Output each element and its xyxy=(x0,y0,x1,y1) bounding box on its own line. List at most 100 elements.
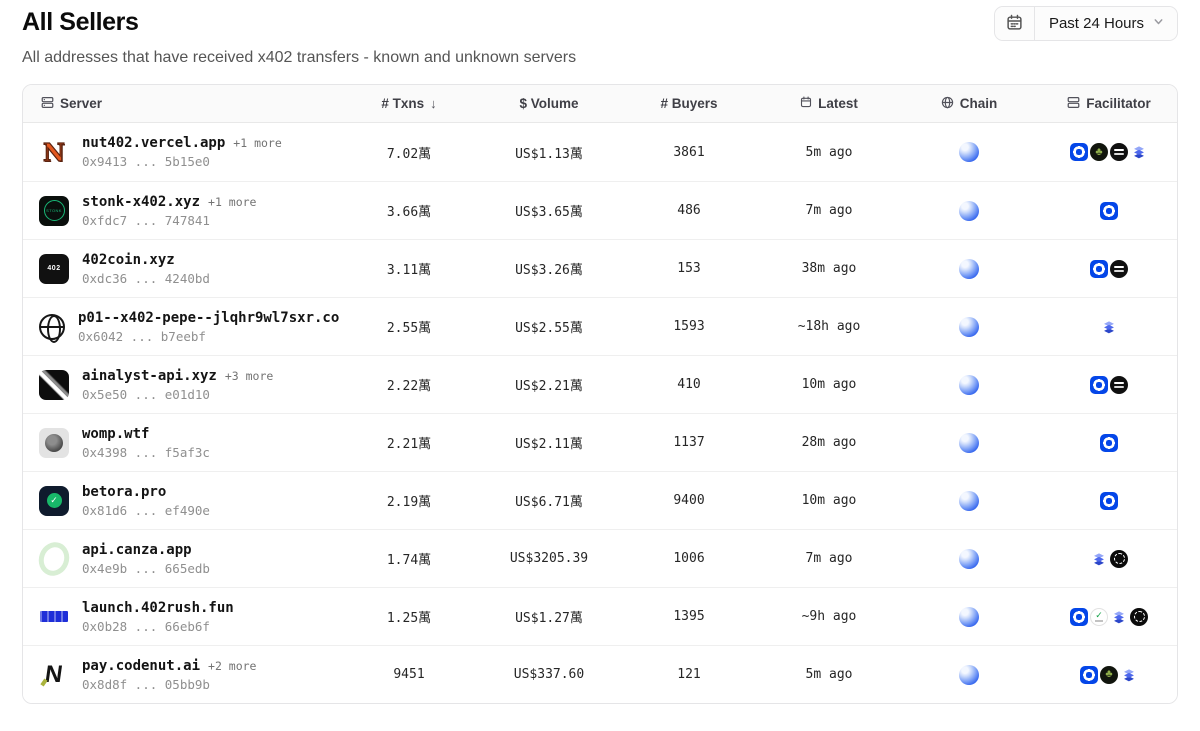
cdp-icon xyxy=(1090,260,1108,278)
calendar-icon xyxy=(800,96,812,111)
latest-value: 10m ago xyxy=(759,377,899,392)
cdp-icon xyxy=(1070,608,1088,626)
thirdweb-icon xyxy=(1090,550,1108,568)
table-row[interactable]: womp.wtf 0x4398 ... f5af3c 2.21萬 US$2.11… xyxy=(23,413,1177,471)
column-header-txns[interactable]: # Txns ↓ xyxy=(339,96,479,111)
buyers-value: 153 xyxy=(619,261,759,276)
table-row[interactable]: api.canza.app 0x4e9b ... 665edb 1.74萬 US… xyxy=(23,529,1177,587)
time-range-label: Past 24 Hours xyxy=(1049,15,1144,32)
server-name[interactable]: launch.402rush.fun xyxy=(82,600,234,616)
latest-value: ~9h ago xyxy=(759,609,899,624)
volume-value: US$1.13萬 xyxy=(479,143,619,162)
server-name[interactable]: betora.pro xyxy=(82,484,166,500)
time-range-select[interactable]: Past 24 Hours xyxy=(1035,7,1177,40)
buyers-value: 1395 xyxy=(619,609,759,624)
chain-sphere-icon xyxy=(959,317,979,337)
server-info: pay.codenut.ai +2 more 0x8d8f ... 05bb9b xyxy=(82,658,256,692)
txns-value: 1.25萬 xyxy=(339,607,479,626)
spiral-icon xyxy=(1130,608,1148,626)
chain-cell xyxy=(899,665,1039,685)
chain-sphere-icon xyxy=(959,375,979,395)
verified-badge-icon xyxy=(1090,608,1108,626)
table-row[interactable]: launch.402rush.fun 0x0b28 ... 66eb6f 1.2… xyxy=(23,587,1177,645)
server-name[interactable]: nut402.vercel.app xyxy=(82,135,225,151)
cdp-icon xyxy=(1080,666,1098,684)
chain-sphere-icon xyxy=(959,259,979,279)
txns-value: 7.02萬 xyxy=(339,143,479,162)
facilitator-icons xyxy=(1039,376,1178,394)
server-cell[interactable]: 402coin.xyz 0xdc36 ... 4240bd xyxy=(23,252,339,286)
volume-value: US$3.26萬 xyxy=(479,259,619,278)
table-row[interactable]: ainalyst-api.xyz +3 more 0x5e50 ... e01d… xyxy=(23,355,1177,413)
chain-sphere-icon xyxy=(959,549,979,569)
volume-value: US$2.55萬 xyxy=(479,317,619,336)
server-info: betora.pro 0x81d6 ... ef490e xyxy=(82,484,210,518)
server-name[interactable]: p01--x402-pepe--jlqhr9wl7sxr.co xyxy=(78,310,339,326)
server-name[interactable]: api.canza.app xyxy=(82,542,192,558)
volume-value: US$1.27萬 xyxy=(479,607,619,626)
server-cell[interactable]: p01--x402-pepe--jlqhr9wl7sxr.co 0x6042 .… xyxy=(23,310,339,344)
sellers-table: Server # Txns ↓ $ Volume # Buyers xyxy=(22,84,1178,704)
codenut-favicon xyxy=(39,660,69,690)
cdp-icon xyxy=(1100,202,1118,220)
column-header-facilitator[interactable]: Facilitator xyxy=(1039,96,1178,112)
column-label-volume: $ Volume xyxy=(519,96,578,111)
server-cell[interactable]: stonk-x402.xyz +1 more 0xfdc7 ... 747841 xyxy=(23,194,339,228)
latest-value: 7m ago xyxy=(759,203,899,218)
server-cell[interactable]: betora.pro 0x81d6 ... ef490e xyxy=(23,484,339,518)
server-cell[interactable]: womp.wtf 0x4398 ... f5af3c xyxy=(23,426,339,460)
txns-value: 2.55萬 xyxy=(339,317,479,336)
facilitator-icons xyxy=(1039,260,1178,278)
latest-value: 5m ago xyxy=(759,667,899,682)
volume-value: US$2.21萬 xyxy=(479,375,619,394)
chain-cell xyxy=(899,142,1039,162)
table-row[interactable]: nut402.vercel.app +1 more 0x9413 ... 5b1… xyxy=(23,123,1177,181)
txns-value: 1.74萬 xyxy=(339,549,479,568)
facilitator-icons xyxy=(1039,608,1178,626)
server-name[interactable]: pay.codenut.ai xyxy=(82,658,200,674)
cdp-icon xyxy=(1090,376,1108,394)
table-row[interactable]: stonk-x402.xyz +1 more 0xfdc7 ... 747841… xyxy=(23,181,1177,239)
server-address: 0x9413 ... 5b15e0 xyxy=(82,154,282,169)
txns-value: 9451 xyxy=(339,667,479,682)
ainalyst-favicon xyxy=(39,370,69,400)
server-info: womp.wtf 0x4398 ... f5af3c xyxy=(82,426,210,460)
server-address: 0x8d8f ... 05bb9b xyxy=(82,677,256,692)
table-row[interactable]: 402coin.xyz 0xdc36 ... 4240bd 3.11萬 US$3… xyxy=(23,239,1177,297)
facilitator-icons xyxy=(1039,550,1178,568)
canza-favicon xyxy=(39,544,69,574)
column-label-txns: # Txns xyxy=(381,96,424,111)
table-row[interactable]: p01--x402-pepe--jlqhr9wl7sxr.co 0x6042 .… xyxy=(23,297,1177,355)
server-cell[interactable]: nut402.vercel.app +1 more 0x9413 ... 5b1… xyxy=(23,135,339,169)
chain-cell xyxy=(899,375,1039,395)
column-header-latest[interactable]: Latest xyxy=(759,96,899,111)
server-cell[interactable]: ainalyst-api.xyz +3 more 0x5e50 ... e01d… xyxy=(23,368,339,402)
server-address: 0x4398 ... f5af3c xyxy=(82,445,210,460)
server-name[interactable]: ainalyst-api.xyz xyxy=(82,368,217,384)
server-info: stonk-x402.xyz +1 more 0xfdc7 ... 747841 xyxy=(82,194,256,228)
txns-value: 2.22萬 xyxy=(339,375,479,394)
volume-value: US$6.71萬 xyxy=(479,491,619,510)
wordmark-icon xyxy=(1110,376,1128,394)
server-info: nut402.vercel.app +1 more 0x9413 ... 5b1… xyxy=(82,135,282,169)
nut402-favicon xyxy=(39,137,69,167)
column-header-chain[interactable]: Chain xyxy=(899,96,1039,112)
txns-value: 2.21萬 xyxy=(339,433,479,452)
facilitator-icons xyxy=(1039,318,1178,336)
server-name[interactable]: 402coin.xyz xyxy=(82,252,175,268)
table-row[interactable]: pay.codenut.ai +2 more 0x8d8f ... 05bb9b… xyxy=(23,645,1177,703)
server-cell[interactable]: pay.codenut.ai +2 more 0x8d8f ... 05bb9b xyxy=(23,658,339,692)
facilitator-icons xyxy=(1039,666,1178,684)
column-header-volume[interactable]: $ Volume xyxy=(479,96,619,111)
column-header-buyers[interactable]: # Buyers xyxy=(619,96,759,111)
server-address: 0x0b28 ... 66eb6f xyxy=(82,619,234,634)
server-cell[interactable]: launch.402rush.fun 0x0b28 ... 66eb6f xyxy=(23,600,339,634)
calendar-button[interactable] xyxy=(995,7,1035,40)
globe-favicon xyxy=(39,314,65,340)
402coin-favicon xyxy=(39,254,69,284)
server-name[interactable]: womp.wtf xyxy=(82,426,149,442)
table-row[interactable]: betora.pro 0x81d6 ... ef490e 2.19萬 US$6.… xyxy=(23,471,1177,529)
server-name[interactable]: stonk-x402.xyz xyxy=(82,194,200,210)
column-header-server[interactable]: Server xyxy=(23,96,339,112)
server-cell[interactable]: api.canza.app 0x4e9b ... 665edb xyxy=(23,542,339,576)
